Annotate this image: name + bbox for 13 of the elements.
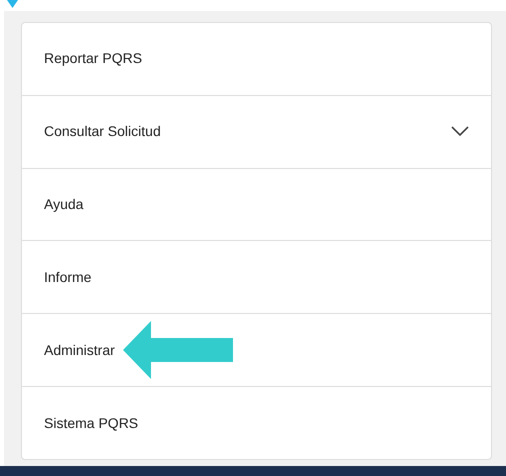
menu-item-label: Informe xyxy=(44,268,92,287)
menu-item[interactable]: Sistema PQRS xyxy=(22,387,491,459)
menu-item[interactable]: Ayuda xyxy=(22,168,491,242)
triangle-icon xyxy=(7,0,18,8)
menu-item-label: Consultar Solicitud xyxy=(44,122,161,142)
menu-item-label: Ayuda xyxy=(44,195,84,214)
menu-item-label: Administrar xyxy=(44,340,115,360)
menu-item[interactable]: Administrar xyxy=(22,314,491,388)
menu-item[interactable]: Reportar PQRS xyxy=(22,23,491,96)
menu-item-label: Reportar PQRS xyxy=(44,49,142,68)
menu-item[interactable]: Informe xyxy=(22,241,491,314)
menu-item-label: Sistema PQRS xyxy=(44,414,138,433)
menu-item[interactable]: Consultar Solicitud xyxy=(22,96,491,169)
